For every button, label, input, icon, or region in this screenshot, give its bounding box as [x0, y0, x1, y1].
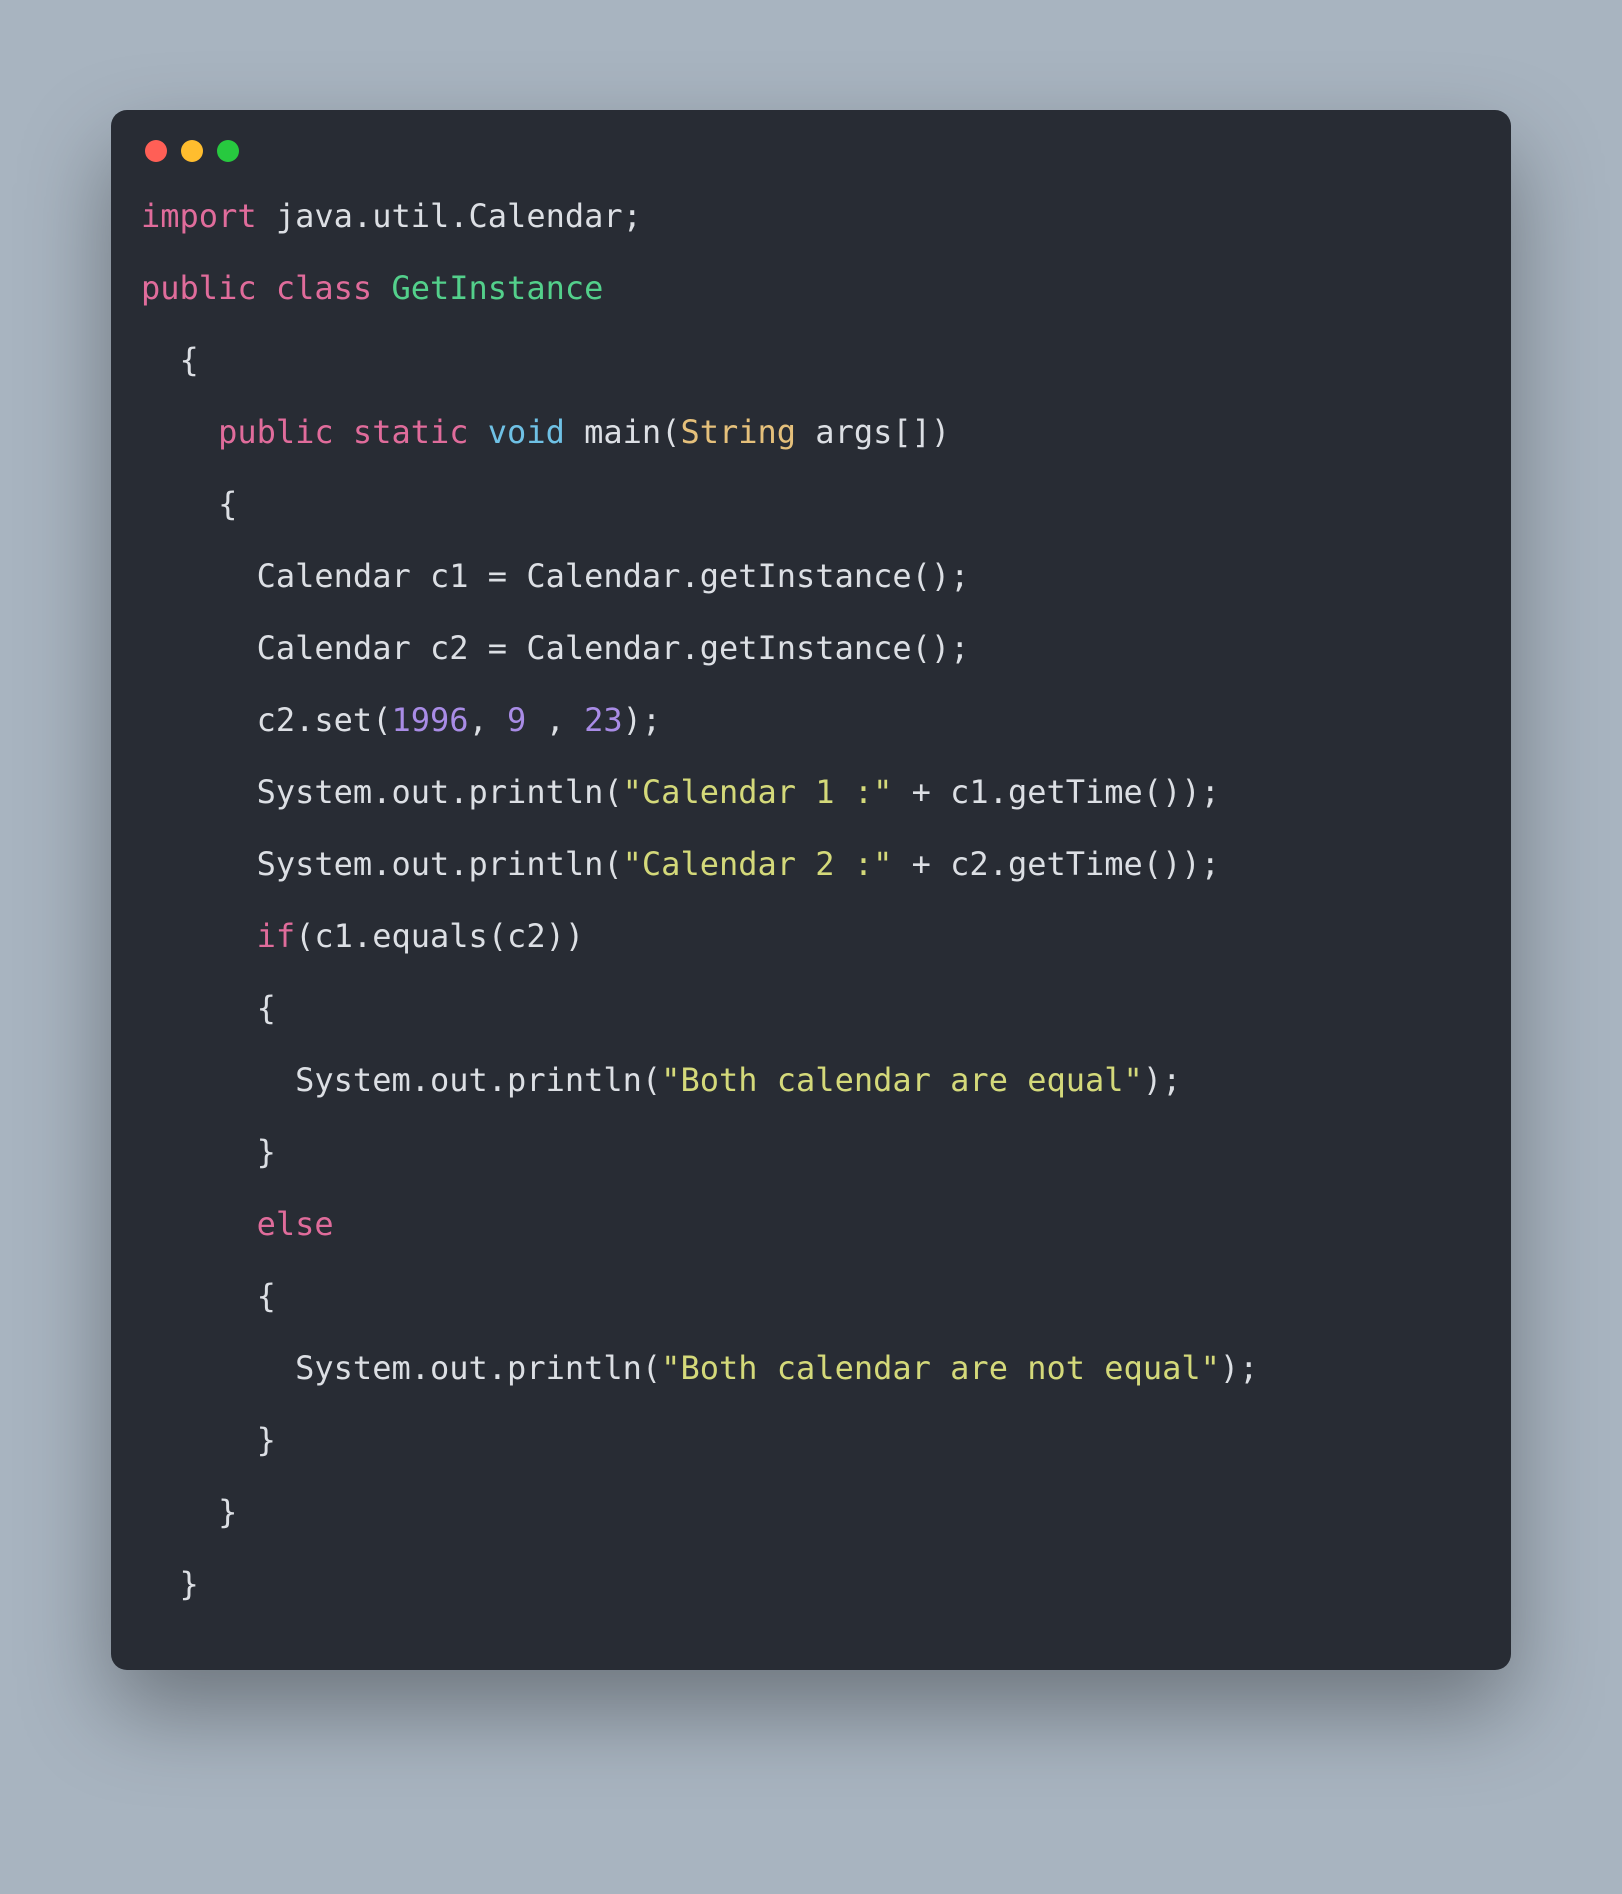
code-token-type: void: [488, 413, 565, 451]
zoom-icon[interactable]: [217, 140, 239, 162]
page-stage: import java.util.Calendar; public class …: [0, 0, 1622, 1894]
code-token-default: (c1.equals(c2)): [295, 917, 584, 955]
code-token-default: }: [141, 1133, 276, 1171]
code-token-default: [141, 413, 218, 451]
code-token-default: main(: [565, 413, 681, 451]
code-token-keyword: public: [141, 269, 257, 307]
code-token-default: args[]): [796, 413, 950, 451]
code-token-default: {: [141, 989, 276, 1027]
code-token-default: ,: [469, 701, 508, 739]
code-token-default: [257, 269, 276, 307]
code-token-default: [372, 269, 391, 307]
code-token-default: [141, 1205, 257, 1243]
code-token-builtin: String: [680, 413, 796, 451]
code-token-string: "Calendar 2 :": [623, 845, 893, 883]
code-token-default: );: [623, 701, 662, 739]
code-token-default: [141, 917, 257, 955]
code-token-default: );: [1220, 1349, 1259, 1387]
code-token-default: Calendar c1 = Calendar.getInstance();: [141, 557, 969, 595]
code-token-default: ,: [526, 701, 584, 739]
code-token-default: c2.set(: [141, 701, 391, 739]
code-token-keyword: class: [276, 269, 372, 307]
code-token-default: }: [141, 1421, 276, 1459]
code-token-string: "Calendar 1 :": [623, 773, 893, 811]
code-token-number: 9: [507, 701, 526, 739]
code-token-number: 23: [584, 701, 623, 739]
code-token-keyword: public: [218, 413, 334, 451]
code-token-default: Calendar c2 = Calendar.getInstance();: [141, 629, 969, 667]
minimize-icon[interactable]: [181, 140, 203, 162]
code-token-string: "Both calendar are equal": [661, 1061, 1143, 1099]
code-token-number: 1996: [391, 701, 468, 739]
code-token-default: + c2.getTime());: [892, 845, 1220, 883]
editor-window: import java.util.Calendar; public class …: [111, 110, 1511, 1670]
code-token-default: System.out.println(: [141, 845, 623, 883]
code-token-default: }: [141, 1565, 199, 1603]
code-token-default: {: [141, 485, 237, 523]
code-token-keyword: if: [257, 917, 296, 955]
code-token-default: System.out.println(: [141, 773, 623, 811]
code-token-keyword: static: [353, 413, 469, 451]
code-token-default: {: [141, 1277, 276, 1315]
code-token-keyword: import: [141, 197, 257, 235]
code-token-default: + c1.getTime());: [892, 773, 1220, 811]
close-icon[interactable]: [145, 140, 167, 162]
window-titlebar: [141, 140, 1481, 162]
code-token-string: "Both calendar are not equal": [661, 1349, 1220, 1387]
code-token-default: [469, 413, 488, 451]
code-token-default: java.util.Calendar;: [257, 197, 642, 235]
code-token-class: GetInstance: [391, 269, 603, 307]
code-token-default: {: [141, 341, 218, 379]
code-token-default: [334, 413, 353, 451]
code-token-keyword: else: [257, 1205, 334, 1243]
code-token-default: System.out.println(: [141, 1061, 661, 1099]
code-token-default: }: [141, 1493, 237, 1531]
code-token-default: );: [1143, 1061, 1182, 1099]
code-block: import java.util.Calendar; public class …: [141, 180, 1481, 1620]
code-token-default: System.out.println(: [141, 1349, 661, 1387]
